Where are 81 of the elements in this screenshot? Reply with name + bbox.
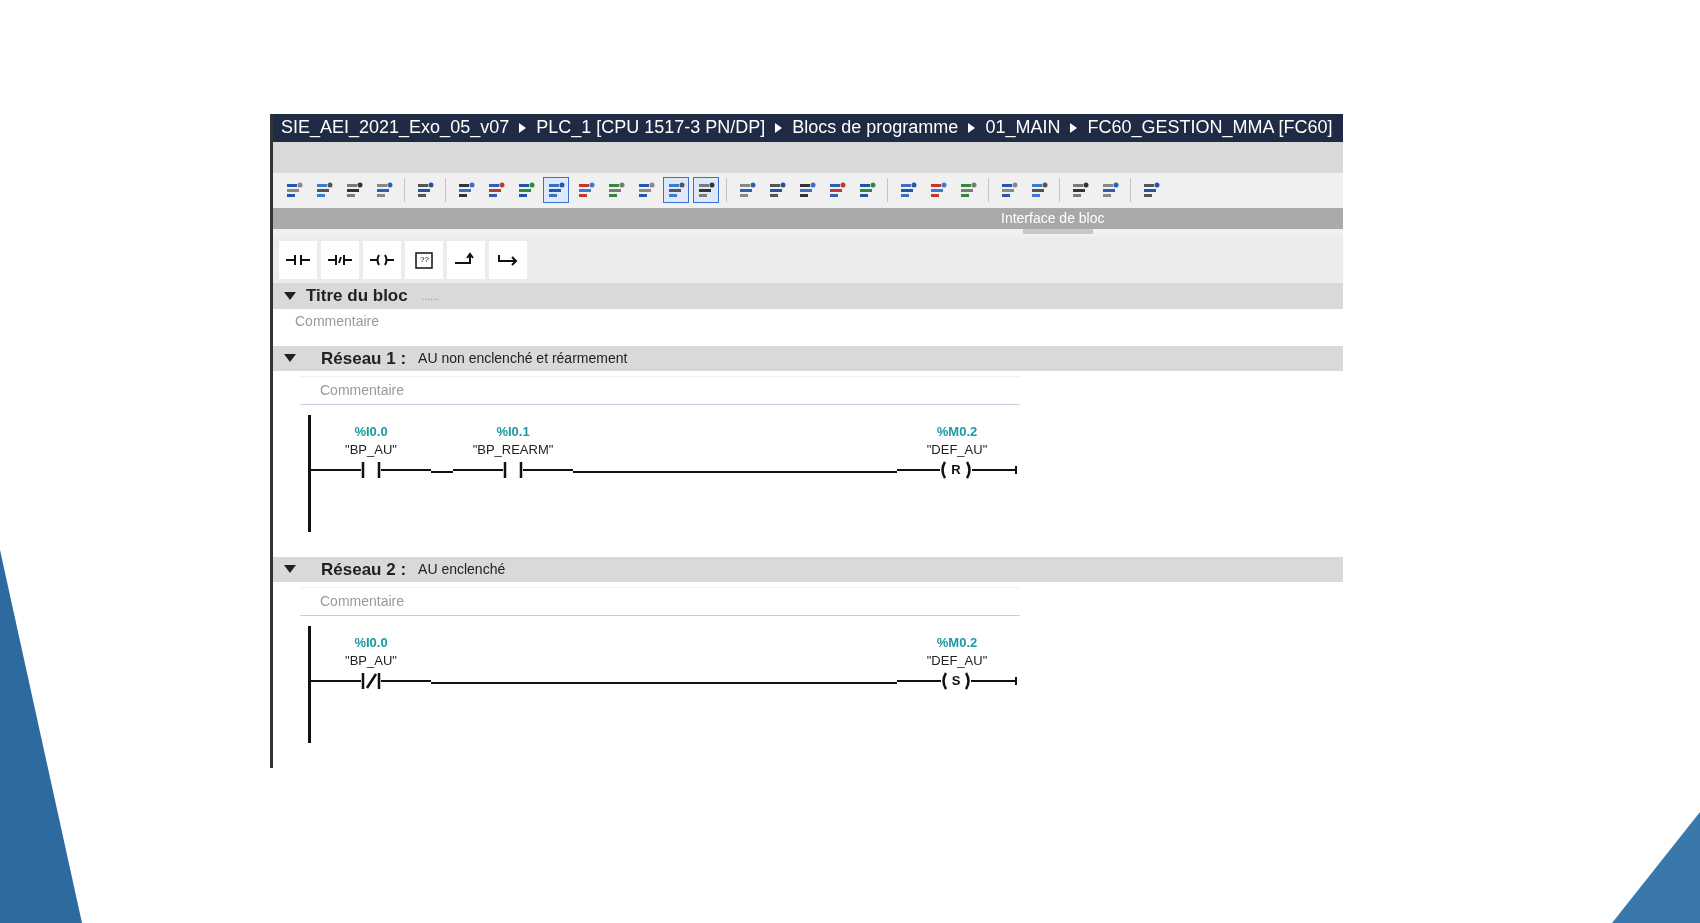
lines-icon <box>375 181 393 200</box>
contact-symbol <box>361 461 381 479</box>
lines-icon <box>929 181 947 200</box>
lines-icon <box>285 181 303 200</box>
lines-icon <box>1142 181 1160 200</box>
network-description: AU non enclenché et réarmement <box>418 349 628 368</box>
lines-icon <box>607 181 625 200</box>
wire <box>971 680 1015 682</box>
block-title: Titre du bloc <box>306 285 408 308</box>
separator-arrow-icon <box>968 122 976 133</box>
operand-address: %M0.2 <box>936 423 978 440</box>
breadcrumb-item[interactable]: SIE_AEI_2021_Exo_05_v07 <box>281 114 510 142</box>
splitter-handle[interactable] <box>1023 229 1093 235</box>
operand-address: %I0.0 <box>354 634 388 651</box>
operand-symbol: "BP_AU" <box>345 652 397 669</box>
lines-icon <box>738 181 756 200</box>
collapse-triangle-icon[interactable] <box>284 291 296 301</box>
lines-icon <box>1000 181 1018 200</box>
collapse-triangle-icon[interactable] <box>284 565 296 574</box>
lines-icon <box>416 181 434 200</box>
title-placeholder-dots: ...... <box>421 289 439 304</box>
box-label: ?? <box>420 255 428 264</box>
breadcrumb-item[interactable]: FC60_GESTION_MMA [FC60] <box>1087 114 1333 142</box>
separator-arrow-icon <box>775 122 783 133</box>
coil-bracket-icon <box>940 672 947 690</box>
operand-symbol: "DEF_AU" <box>926 441 988 458</box>
wire <box>311 469 361 471</box>
lines-icon <box>457 181 475 200</box>
wire-end-tick <box>1015 677 1017 685</box>
lines-icon <box>828 181 846 200</box>
lines-icon <box>315 181 333 200</box>
lines-icon <box>487 181 505 200</box>
instruction-button[interactable] <box>321 240 359 279</box>
lines-icon <box>858 181 876 200</box>
lines-icon <box>697 181 715 200</box>
lines-icon <box>1071 181 1089 200</box>
operand-address: %M0.2 <box>936 634 978 651</box>
breadcrumb-item[interactable]: Blocs de programme <box>792 114 959 142</box>
breadcrumb-item[interactable]: 01_MAIN <box>985 114 1061 142</box>
wire <box>971 469 1015 471</box>
coil-letter: S <box>951 672 961 691</box>
lines-icon <box>345 181 363 200</box>
lines-icon <box>899 181 917 200</box>
coil-bracket-icon <box>965 672 972 690</box>
network-description: AU enclenché <box>418 560 506 579</box>
instruction-button[interactable]: ?? <box>405 240 443 279</box>
lines-icon <box>1030 181 1048 200</box>
instruction-button[interactable] <box>279 240 317 279</box>
toolbar-button[interactable] <box>693 177 719 204</box>
operand-symbol: "BP_AU" <box>345 441 397 458</box>
wire-end-tick <box>1015 466 1017 474</box>
operand-address: %I0.0 <box>354 423 388 440</box>
lines-icon <box>637 181 655 200</box>
breadcrumb-item[interactable]: PLC_1 [CPU 1517-3 PN/DP] <box>536 114 766 142</box>
operand-symbol: "BP_REARM" <box>472 441 554 458</box>
contact-symbol <box>503 461 523 479</box>
lines-icon <box>547 181 565 200</box>
lines-icon <box>1101 181 1119 200</box>
toolbar-button[interactable] <box>543 177 569 204</box>
negated-contact-symbol <box>361 672 381 690</box>
coil-letter: R <box>951 461 961 480</box>
operand-address: %I0.1 <box>496 423 530 440</box>
coil-bracket-icon <box>965 461 972 479</box>
separator-arrow-icon <box>519 122 527 133</box>
collapse-triangle-icon[interactable] <box>284 354 296 363</box>
separator-arrow-icon <box>1070 122 1078 133</box>
instruction-button[interactable] <box>363 240 401 279</box>
toolbar-button[interactable] <box>663 177 689 204</box>
network-title: Réseau 2 : <box>321 558 407 581</box>
operand-symbol: "DEF_AU" <box>926 652 988 669</box>
lines-icon <box>768 181 786 200</box>
coil-bracket-icon <box>940 461 947 479</box>
lines-icon <box>517 181 535 200</box>
lines-icon <box>959 181 977 200</box>
network-title: Réseau 1 : <box>321 347 407 370</box>
wire <box>311 680 361 682</box>
instruction-button[interactable] <box>489 240 527 279</box>
instruction-button[interactable] <box>447 240 485 279</box>
lines-icon <box>667 181 685 200</box>
lines-icon <box>798 181 816 200</box>
lines-icon <box>577 181 595 200</box>
